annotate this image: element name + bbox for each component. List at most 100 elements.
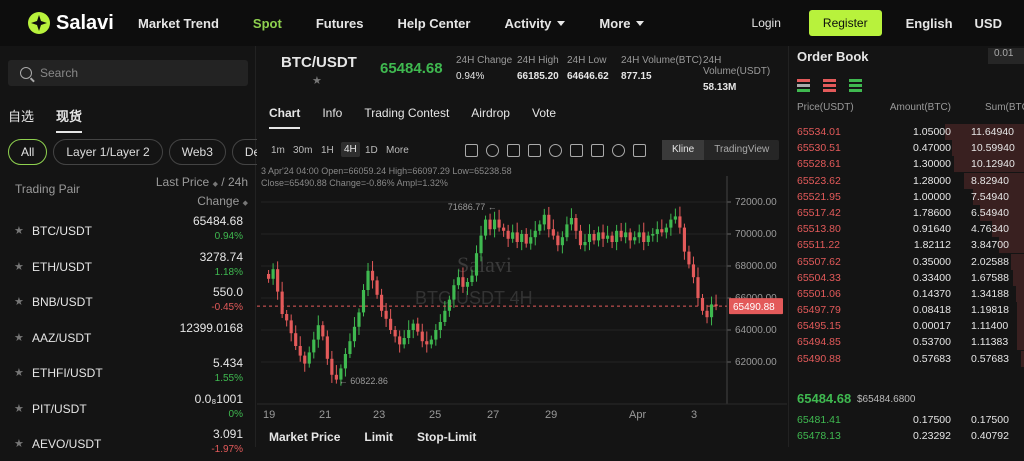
ask-row[interactable]: 65501.06 0.14370 1.34188 <box>789 285 1024 302</box>
ask-price: 65501.06 <box>797 287 841 300</box>
favorite-star-icon[interactable]: ★ <box>14 402 24 415</box>
ask-row[interactable]: 65497.79 0.08418 1.19818 <box>789 302 1024 319</box>
nav-item-activity[interactable]: Activity <box>504 16 566 31</box>
category-chip[interactable]: Web3 <box>168 139 226 165</box>
bid-sum: 0.17500 <box>971 414 1009 426</box>
ask-row[interactable]: 65507.62 0.35000 2.02588 <box>789 253 1024 270</box>
calendar-icon[interactable] <box>549 144 562 157</box>
candle-body <box>538 224 542 231</box>
tab-trading-contest[interactable]: Trading Contest <box>364 106 449 129</box>
ticker-pair[interactable]: BTC/USDT <box>281 54 357 71</box>
pair-row[interactable]: ★ AAZ/USDT 12399.0168 <box>0 319 256 355</box>
bid-row[interactable]: 65478.13 0.23292 0.40792 <box>789 428 1024 444</box>
ask-row[interactable]: 65504.33 0.33400 1.67588 <box>789 269 1024 286</box>
tab-airdrop[interactable]: Airdrop <box>471 106 510 129</box>
market-tab[interactable]: 自选 <box>8 106 34 133</box>
depth-bar <box>1017 318 1024 335</box>
favorite-star-icon[interactable]: ★ <box>14 437 24 450</box>
stat-label: 24H Low <box>567 55 607 66</box>
nav-item-market-trend[interactable]: Market Trend <box>138 16 219 31</box>
candlestick-chart[interactable]: 72000.0070000.0068000.0066000.0064000.00… <box>257 164 787 421</box>
nav-item-more[interactable]: More <box>599 16 645 31</box>
indicators-icon[interactable] <box>465 144 478 157</box>
pair-row[interactable]: ★ ETHFI/USDT 5.434 1.55% <box>0 354 256 390</box>
ask-row[interactable]: 65530.51 0.47000 10.59940 <box>789 140 1024 157</box>
grid-icon[interactable] <box>633 144 646 157</box>
candle-body <box>285 314 289 321</box>
market-tab[interactable]: 现货 <box>56 106 83 133</box>
candle-body <box>307 352 311 364</box>
order-tab-limit[interactable]: Limit <box>364 430 393 444</box>
language-selector[interactable]: English <box>906 16 953 31</box>
ask-row[interactable]: 65494.85 0.53700 1.11383 <box>789 334 1024 351</box>
order-tab-market-price[interactable]: Market Price <box>269 430 340 444</box>
pair-row[interactable]: ★ ETH/USDT 3278.74 1.18% <box>0 248 256 284</box>
settings-icon[interactable] <box>528 144 541 157</box>
nav-item-futures[interactable]: Futures <box>316 16 364 31</box>
ticker-stat: 24H Low 64646.62 <box>567 55 609 82</box>
nav-item-spot[interactable]: Spot <box>253 16 282 31</box>
candle-body <box>384 310 388 319</box>
y-tick-label: 70000.00 <box>735 229 777 240</box>
brand-logo[interactable]: Salavi <box>28 12 138 35</box>
candle-body <box>551 229 555 236</box>
ask-row[interactable]: 65513.80 0.91640 4.76340 <box>789 221 1024 238</box>
ask-row[interactable]: 65521.95 1.00000 7.54940 <box>789 188 1024 205</box>
ask-row[interactable]: 65528.61 1.30000 10.12940 <box>789 156 1024 173</box>
category-chip[interactable]: Layer 1/Layer 2 <box>53 139 163 165</box>
ask-price: 65490.88 <box>797 352 841 365</box>
ask-row[interactable]: 65511.22 1.82112 3.84700 <box>789 237 1024 254</box>
ask-row[interactable]: 65534.01 1.05000 11.64940 <box>789 124 1024 140</box>
candle-body <box>429 339 433 345</box>
currency-selector[interactable]: USD <box>975 16 1002 31</box>
kline-chart[interactable]: 3 Apr'24 04:00 Open=66059.24 High=66097.… <box>257 164 787 421</box>
order-tab-stop-limit[interactable]: Stop-Limit <box>417 430 476 444</box>
login-link[interactable]: Login <box>752 16 781 30</box>
tab-chart[interactable]: Chart <box>269 106 301 129</box>
expand-icon[interactable] <box>612 144 625 157</box>
layers-icon[interactable] <box>570 144 583 157</box>
candle-body <box>380 294 384 311</box>
favorite-star-icon[interactable]: ★ <box>14 224 24 237</box>
favorite-star-icon[interactable]: ★ <box>14 366 24 379</box>
bids-only-icon[interactable] <box>849 79 862 92</box>
camera-icon[interactable] <box>591 144 604 157</box>
col-trading-pair[interactable]: Trading Pair <box>15 182 80 196</box>
ask-row[interactable]: 65517.42 1.78600 6.54940 <box>789 204 1024 221</box>
asks-only-icon[interactable] <box>823 79 836 92</box>
nav-item-help-center[interactable]: Help Center <box>397 16 470 31</box>
candle-body <box>452 285 456 300</box>
interval-1d[interactable]: 1D <box>365 145 378 156</box>
ask-row[interactable]: 65490.88 0.57683 0.57683 <box>789 350 1024 367</box>
favorite-star-icon[interactable]: ★ <box>14 295 24 308</box>
ask-sum: 1.11383 <box>971 336 1009 349</box>
interval-4h[interactable]: 4H <box>341 142 360 157</box>
pencil-icon[interactable] <box>486 144 499 157</box>
pair-row[interactable]: ★ BNB/USDT 550.0 -0.45% <box>0 283 256 319</box>
register-button[interactable]: Register <box>808 10 882 36</box>
pair-row[interactable]: ★ AEVO/USDT 3.091 -1.97% <box>0 425 256 461</box>
favorite-star-icon[interactable]: ★ <box>14 331 24 344</box>
pair-row[interactable]: ★ BTC/USDT 65484.68 0.94% <box>0 212 256 248</box>
both-sides-icon[interactable] <box>797 79 810 92</box>
favorite-star-icon[interactable]: ★ <box>14 260 24 273</box>
precision-selector[interactable]: 0.01 <box>988 48 1024 64</box>
favorite-star-icon[interactable]: ★ <box>312 74 322 87</box>
view-kline[interactable]: Kline <box>662 140 705 160</box>
view-tradingview[interactable]: TradingView <box>704 140 779 160</box>
interval-1m[interactable]: 1m <box>271 145 285 156</box>
ask-row[interactable]: 65495.15 0.00017 1.11400 <box>789 318 1024 335</box>
ask-row[interactable]: 65523.62 1.28000 8.82940 <box>789 172 1024 189</box>
category-chip[interactable]: All <box>8 139 48 165</box>
interval-more[interactable]: More <box>386 145 409 156</box>
pair-row[interactable]: ★ PIT/USDT 0.0₈1001 0% <box>0 390 256 426</box>
search-input[interactable]: Search <box>8 60 248 86</box>
line-chart-icon[interactable] <box>507 144 520 157</box>
bid-row[interactable]: 65481.41 0.17500 0.17500 <box>789 412 1024 428</box>
col-last-price[interactable]: Last Price ◆ / 24h Change ◆ <box>156 174 248 212</box>
interval-1h[interactable]: 1H <box>321 145 334 156</box>
interval-30m[interactable]: 30m <box>293 145 312 156</box>
tab-vote[interactable]: Vote <box>532 106 556 129</box>
ask-price: 65513.80 <box>797 223 841 236</box>
tab-info[interactable]: Info <box>322 106 342 129</box>
